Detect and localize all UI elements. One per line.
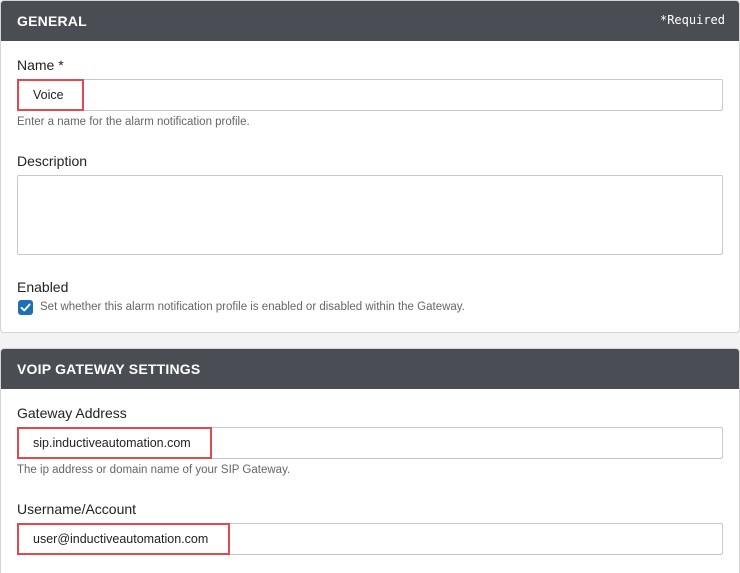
description-textarea[interactable] bbox=[17, 175, 723, 255]
enabled-checkbox[interactable] bbox=[18, 300, 33, 315]
name-input[interactable] bbox=[17, 79, 723, 111]
gateway-address-help: The ip address or domain name of your SI… bbox=[17, 464, 291, 476]
username-input[interactable] bbox=[17, 523, 723, 555]
name-help: Enter a name for the alarm notification … bbox=[17, 116, 250, 128]
gateway-address-input[interactable] bbox=[17, 427, 723, 459]
general-panel: GENERAL *Required Name * Enter a name fo… bbox=[0, 0, 740, 333]
voip-panel-header: VOIP GATEWAY SETTINGS bbox=[1, 349, 739, 389]
enabled-help: Set whether this alarm notification prof… bbox=[40, 301, 465, 313]
voip-panel-title: VOIP GATEWAY SETTINGS bbox=[17, 361, 201, 377]
enabled-label: Enabled bbox=[17, 279, 69, 295]
general-panel-title: GENERAL bbox=[17, 13, 87, 29]
description-label: Description bbox=[17, 153, 88, 169]
name-label: Name * bbox=[17, 57, 64, 73]
voip-gateway-panel: VOIP GATEWAY SETTINGS Gateway Address Th… bbox=[0, 348, 740, 573]
required-note: *Required bbox=[659, 13, 725, 27]
gateway-address-label: Gateway Address bbox=[17, 405, 127, 421]
username-label: Username/Account bbox=[17, 501, 137, 517]
general-panel-header: GENERAL *Required bbox=[1, 1, 739, 41]
checkmark-icon bbox=[20, 303, 31, 312]
